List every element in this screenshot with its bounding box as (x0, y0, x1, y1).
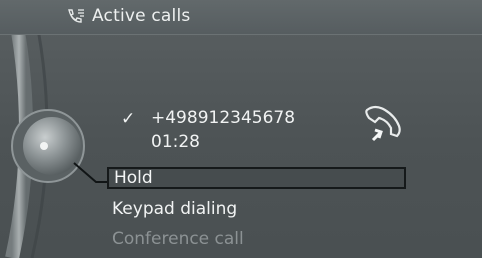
check-icon: ✓ (121, 109, 136, 129)
hang-up-phone-icon[interactable] (359, 104, 405, 148)
page-title: Active calls (92, 6, 191, 26)
menu-item-keypad-dialing[interactable]: Keypad dialing (112, 199, 237, 219)
call-duration: 01:28 (151, 132, 200, 152)
phone-list-icon (68, 9, 84, 23)
controller-dial-graphic (5, 0, 107, 258)
menu-item-hold[interactable]: Hold (107, 167, 406, 189)
menu-item-conference-call[interactable]: Conference call (112, 229, 244, 249)
idrive-screen: Active calls ✓ +498912345678 01:28 Hold … (0, 0, 482, 258)
menu-item-label: Hold (114, 168, 153, 188)
call-number: +498912345678 (151, 108, 296, 128)
header-bar: Active calls (0, 0, 482, 35)
